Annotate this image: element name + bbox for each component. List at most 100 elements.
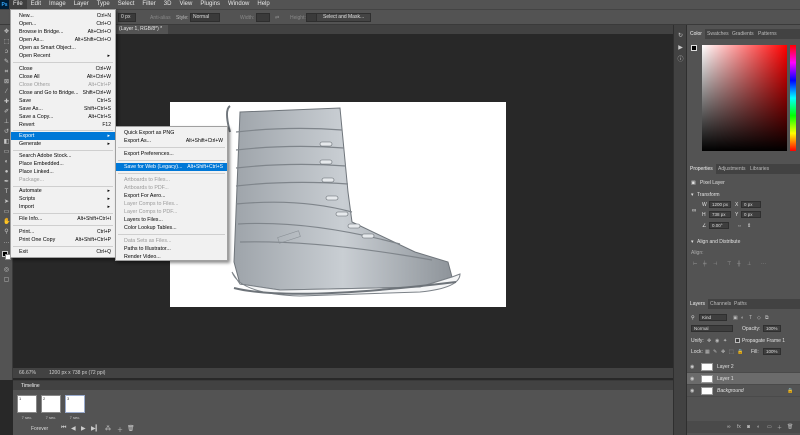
- link-layers-icon[interactable]: ∞: [727, 424, 731, 430]
- filter-search-icon[interactable]: ⚲: [691, 315, 695, 321]
- tab-color[interactable]: Color: [687, 29, 705, 39]
- pen-tool-icon[interactable]: ✒: [3, 179, 10, 186]
- actions-panel-icon[interactable]: ▶: [677, 45, 684, 52]
- menu-item-exit[interactable]: Exit Ctrl+Q: [11, 248, 115, 256]
- align-bottom-icon[interactable]: ⊥: [747, 261, 751, 267]
- menu-item-browse-in-bridge[interactable]: Browse in Bridge... Alt+Ctrl+O: [11, 28, 115, 36]
- blend-mode-select[interactable]: Normal: [691, 325, 733, 332]
- height-field[interactable]: 738 px: [709, 211, 731, 218]
- menu-item-close-go-bridge[interactable]: Close and Go to Bridge... Shift+Ctrl+W: [11, 89, 115, 97]
- filter-pixel-icon[interactable]: ▣: [733, 315, 738, 321]
- document-size-info[interactable]: 1200 px x 738 px (72 ppi): [49, 370, 105, 376]
- menu-item-save-for-web[interactable]: Save for Web (Legacy)... Alt+Shift+Ctrl+S: [116, 163, 227, 171]
- clone-stamp-tool-icon[interactable]: ⊥: [3, 119, 10, 126]
- filter-smart-object-icon[interactable]: ⧉: [765, 315, 769, 321]
- align-section-title[interactable]: Align and Distribute: [697, 239, 740, 245]
- menu-item-open-smart-object[interactable]: Open as Smart Object...: [11, 44, 115, 52]
- menu-item-new[interactable]: New... Ctrl+N: [11, 12, 115, 20]
- layer-row[interactable]: ◉ Layer 2: [687, 361, 800, 373]
- menu-item-paths-to-illustrator[interactable]: Paths to Illustrator...: [116, 245, 227, 253]
- history-brush-tool-icon[interactable]: ↺: [3, 129, 10, 136]
- unify-position-icon[interactable]: ✥: [707, 338, 711, 344]
- tab-properties[interactable]: Properties: [687, 164, 716, 174]
- menu-item-open-recent[interactable]: Open Recent ▸: [11, 52, 115, 60]
- unify-visibility-icon[interactable]: ◉: [715, 338, 719, 344]
- flip-horizontal-icon[interactable]: ⇔: [737, 223, 742, 229]
- filter-type-icon[interactable]: T: [749, 315, 752, 321]
- type-tool-icon[interactable]: T: [3, 189, 10, 196]
- timeline-frame-selected[interactable]: 3: [65, 395, 85, 413]
- menu-item-save[interactable]: Save Ctrl+S: [11, 97, 115, 105]
- menu-image[interactable]: Image: [45, 0, 70, 9]
- tab-paths[interactable]: Paths: [731, 299, 750, 309]
- quick-mask-icon[interactable]: ◎: [3, 267, 10, 274]
- frame-delay[interactable]: 7 sec.: [41, 415, 61, 420]
- dodge-tool-icon[interactable]: ●: [3, 169, 10, 176]
- delete-layer-icon[interactable]: 🗑: [787, 424, 793, 430]
- menu-item-layers-to-files[interactable]: Layers to Files...: [116, 216, 227, 224]
- filter-adjustment-icon[interactable]: ◐: [741, 315, 744, 321]
- menu-item-export[interactable]: Export ▸: [11, 132, 115, 140]
- transform-section-title[interactable]: Transform: [697, 192, 720, 198]
- history-panel-icon[interactable]: ↻: [677, 33, 684, 40]
- eraser-tool-icon[interactable]: ◧: [3, 139, 10, 146]
- opacity-field[interactable]: 100%: [763, 325, 781, 332]
- lock-transparent-icon[interactable]: ▦: [705, 349, 710, 355]
- menu-window[interactable]: Window: [224, 0, 253, 9]
- menu-item-place-embedded[interactable]: Place Embedded...: [11, 160, 115, 168]
- lock-all-icon[interactable]: 🔒: [737, 349, 743, 355]
- menu-item-file-info[interactable]: File Info... Alt+Shift+Ctrl+I: [11, 215, 115, 223]
- tab-layers[interactable]: Layers: [687, 299, 709, 309]
- swap-icon[interactable]: ⇄: [275, 15, 279, 21]
- layer-row-selected[interactable]: ◉ Layer 1: [687, 373, 800, 385]
- menu-file[interactable]: File: [9, 0, 27, 9]
- lock-image-icon[interactable]: ✎: [713, 349, 717, 355]
- menu-item-search-adobe-stock[interactable]: Search Adobe Stock...: [11, 152, 115, 160]
- menu-item-export-for-aero[interactable]: Export For Aero...: [116, 192, 227, 200]
- style-select[interactable]: Normal: [190, 13, 220, 22]
- menu-item-open-as[interactable]: Open As... Alt+Shift+Ctrl+O: [11, 36, 115, 44]
- eye-icon[interactable]: ◉: [690, 361, 694, 373]
- menu-item-export-preferences[interactable]: Export Preferences...: [116, 150, 227, 158]
- fill-field[interactable]: 100%: [763, 348, 781, 355]
- hand-tool-icon[interactable]: ✋: [3, 219, 10, 226]
- timeline-frame[interactable]: 2: [41, 395, 61, 413]
- layer-row[interactable]: ◉ Background 🔒: [687, 385, 800, 397]
- menu-item-export-as[interactable]: Export As... Alt+Shift+Ctrl+W: [116, 137, 227, 145]
- first-frame-icon[interactable]: ⏮: [61, 425, 66, 432]
- screen-mode-icon[interactable]: ▢: [3, 277, 10, 284]
- align-chevron-icon[interactable]: ▾: [691, 239, 694, 245]
- zoom-level[interactable]: 66.67%: [19, 370, 36, 376]
- color-picker-field[interactable]: [702, 45, 787, 151]
- menu-item-print-one-copy[interactable]: Print One Copy Alt+Shift+Ctrl+P: [11, 236, 115, 244]
- path-selection-tool-icon[interactable]: ➤: [3, 199, 10, 206]
- menu-edit[interactable]: Edit: [27, 0, 45, 9]
- menu-item-revert[interactable]: Revert F12: [11, 121, 115, 129]
- crop-tool-icon[interactable]: ⌗: [3, 69, 10, 76]
- y-field[interactable]: 0 px: [741, 211, 761, 218]
- angle-field[interactable]: 0.00°: [709, 222, 729, 229]
- eyedropper-tool-icon[interactable]: ⁄: [3, 89, 10, 96]
- tab-patterns[interactable]: Patterns: [755, 29, 780, 39]
- tab-adjustments[interactable]: Adjustments: [715, 164, 749, 174]
- filter-shape-icon[interactable]: ◇: [757, 315, 761, 321]
- move-tool-icon[interactable]: ✥: [3, 29, 10, 36]
- align-middle-icon[interactable]: ╫: [737, 261, 741, 267]
- align-center-icon[interactable]: ╪: [703, 261, 707, 267]
- width-input[interactable]: [256, 13, 270, 22]
- next-frame-icon[interactable]: ▶▎: [91, 425, 100, 432]
- menu-item-render-video[interactable]: Render Video...: [116, 253, 227, 261]
- adjustment-layer-icon[interactable]: ◐: [757, 424, 760, 430]
- blur-tool-icon[interactable]: ◐: [3, 159, 10, 166]
- menu-help[interactable]: Help: [253, 0, 273, 9]
- more-tools-icon[interactable]: …: [3, 239, 10, 246]
- menu-item-open[interactable]: Open... Ctrl+O: [11, 20, 115, 28]
- document-tab[interactable]: (Layer 1, RGB/8*) *: [113, 25, 169, 34]
- zoom-tool-icon[interactable]: ⚲: [3, 229, 10, 236]
- gradient-tool-icon[interactable]: ▭: [3, 149, 10, 156]
- new-frame-icon[interactable]: ＋: [117, 425, 123, 434]
- align-right-icon[interactable]: ⊣: [713, 261, 717, 267]
- play-icon[interactable]: ▶: [81, 425, 86, 432]
- marquee-tool-icon[interactable]: ⬚: [3, 39, 10, 46]
- eye-icon[interactable]: ◉: [690, 373, 694, 385]
